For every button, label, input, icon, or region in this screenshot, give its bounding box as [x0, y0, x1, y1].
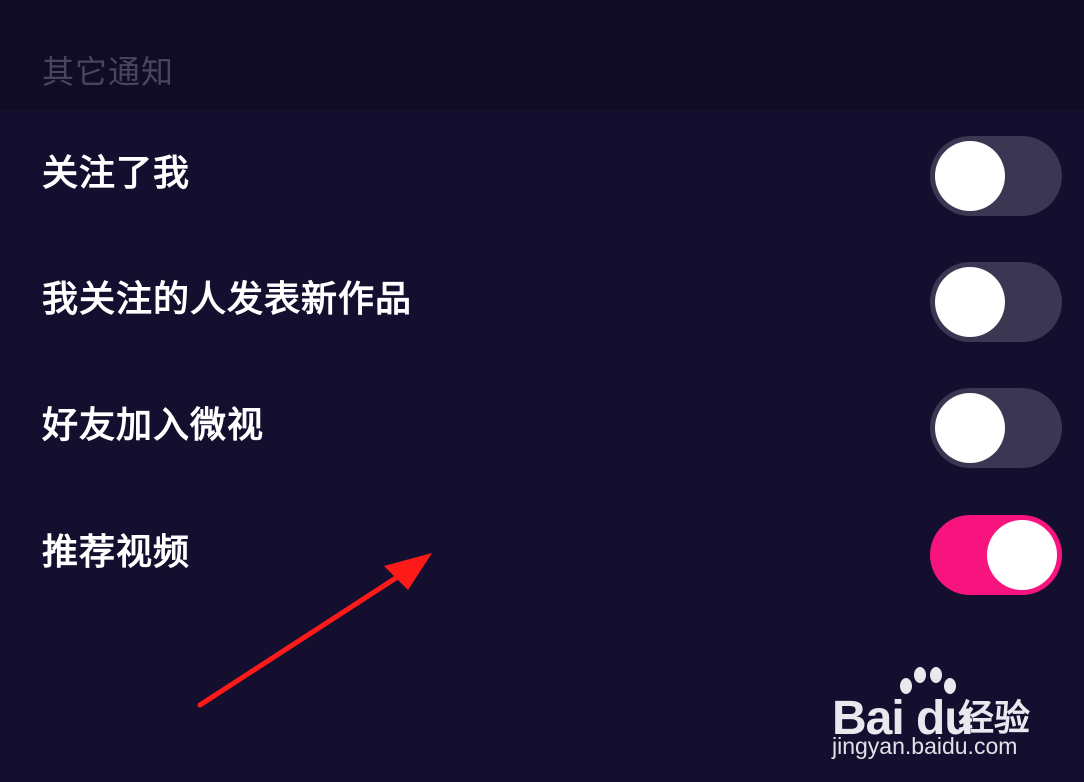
baidu-jingyan-watermark: Bai du 经验 jingyan.baidu.com [826, 664, 1076, 764]
annotation-arrow-shaft [197, 571, 405, 708]
notification-settings-page: 其它通知 关注了我 我关注的人发表新作品 好友加入微视 推荐视频 Bai du … [0, 0, 1084, 782]
annotation-arrow-head [384, 553, 432, 590]
watermark-url: jingyan.baidu.com [832, 733, 1018, 759]
